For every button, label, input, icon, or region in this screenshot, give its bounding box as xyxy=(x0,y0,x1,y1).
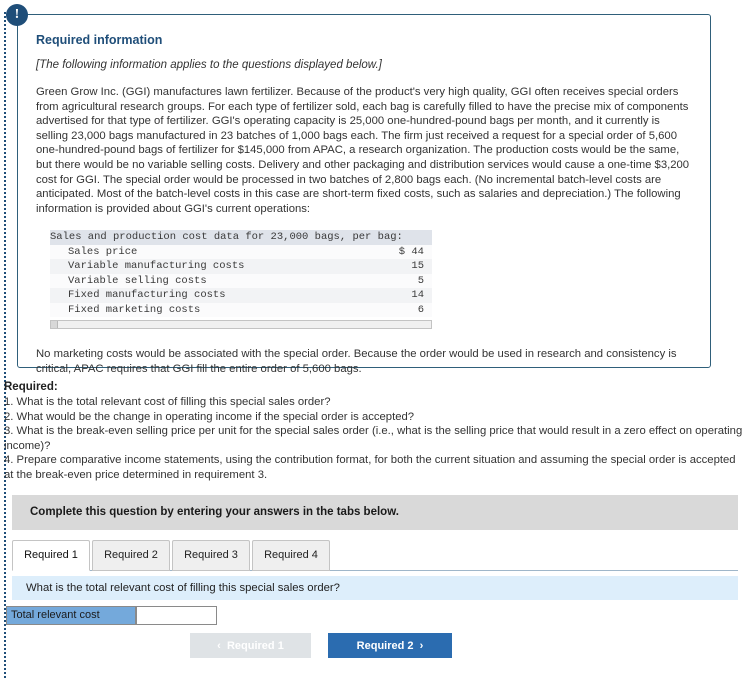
required-questions-section: Required: 1. What is the total relevant … xyxy=(4,381,744,482)
cost-data-table: Sales and production cost data for 23,00… xyxy=(50,230,432,330)
tab-required-3[interactable]: Required 3 xyxy=(172,540,250,571)
scenario-paragraph-2: No marketing costs would be associated w… xyxy=(36,348,677,375)
previous-required-button[interactable]: ‹ Required 1 xyxy=(190,633,311,658)
next-required-label: Required 2 xyxy=(356,640,414,652)
cost-row-value: 5 xyxy=(241,273,432,289)
total-relevant-cost-input[interactable] xyxy=(136,606,217,625)
panel-subtitle: [The following information applies to th… xyxy=(36,59,382,71)
question-text: What is the total relevant cost of filli… xyxy=(26,582,340,594)
cost-table-row: Variable selling costs 5 xyxy=(50,273,432,289)
required-item: 2. What would be the change in operating… xyxy=(4,410,415,423)
navigation-buttons: ‹ Required 1 Required 2 › xyxy=(0,633,751,659)
cost-table-row: Fixed manufacturing costs 14 xyxy=(50,288,432,303)
cost-row-value: $ 44 xyxy=(241,244,432,260)
chevron-right-icon: › xyxy=(419,640,424,652)
total-relevant-cost-label: Total relevant cost xyxy=(6,606,136,625)
exclamation-icon: ! xyxy=(6,4,28,26)
cost-row-value: 14 xyxy=(241,288,432,303)
left-dotted-rail xyxy=(4,12,6,680)
previous-required-label: Required 1 xyxy=(226,640,284,652)
required-item: 1. What is the total relevant cost of fi… xyxy=(4,396,331,408)
cost-table-row: Variable manufacturing costs 15 xyxy=(50,259,432,274)
scenario-paragraph: Green Grow Inc. (GGI) manufactures lawn … xyxy=(36,86,690,215)
required-heading: Required: xyxy=(4,381,58,393)
required-information-panel: Required information [The following info… xyxy=(17,14,711,375)
cost-table-scroll-thumb[interactable] xyxy=(51,321,58,329)
cost-table-row: Sales price $ 44 xyxy=(50,244,432,260)
instruction-bar: Complete this question by entering your … xyxy=(12,495,738,530)
cost-table-row: Fixed marketing costs 6 xyxy=(50,302,432,318)
cost-row-label: Fixed manufacturing costs xyxy=(50,288,241,303)
panel-title: Required information xyxy=(36,33,163,47)
required-item: 4. Prepare comparative income statements… xyxy=(4,454,736,481)
cost-row-value: 15 xyxy=(241,259,432,274)
cost-row-label: Sales price xyxy=(50,244,241,260)
cost-data-grid: Sales and production cost data for 23,00… xyxy=(50,230,432,318)
required-item: 3. What is the break-even selling price … xyxy=(4,425,743,452)
tab-required-4[interactable]: Required 4 xyxy=(252,540,330,571)
cost-table-title: Sales and production cost data for 23,00… xyxy=(50,230,432,245)
tab-required-1[interactable]: Required 1 xyxy=(12,540,90,571)
cost-row-label: Variable selling costs xyxy=(50,273,241,289)
question-banner: What is the total relevant cost of filli… xyxy=(12,576,738,600)
instruction-text: Complete this question by entering your … xyxy=(30,506,399,518)
cost-table-scrollbar[interactable] xyxy=(50,320,432,330)
chevron-left-icon: ‹ xyxy=(217,640,221,652)
cost-table-title-row: Sales and production cost data for 23,00… xyxy=(50,230,432,245)
tab-strip: Required 1 Required 2 Required 3 Required 4 xyxy=(12,540,738,571)
tab-required-2[interactable]: Required 2 xyxy=(92,540,170,571)
required-items-list: 1. What is the total relevant cost of fi… xyxy=(4,395,744,482)
cost-row-label: Variable manufacturing costs xyxy=(50,259,244,274)
cost-row-value: 6 xyxy=(241,302,432,318)
next-required-button[interactable]: Required 2 › xyxy=(328,633,452,658)
cost-row-label: Fixed marketing costs xyxy=(50,302,241,318)
